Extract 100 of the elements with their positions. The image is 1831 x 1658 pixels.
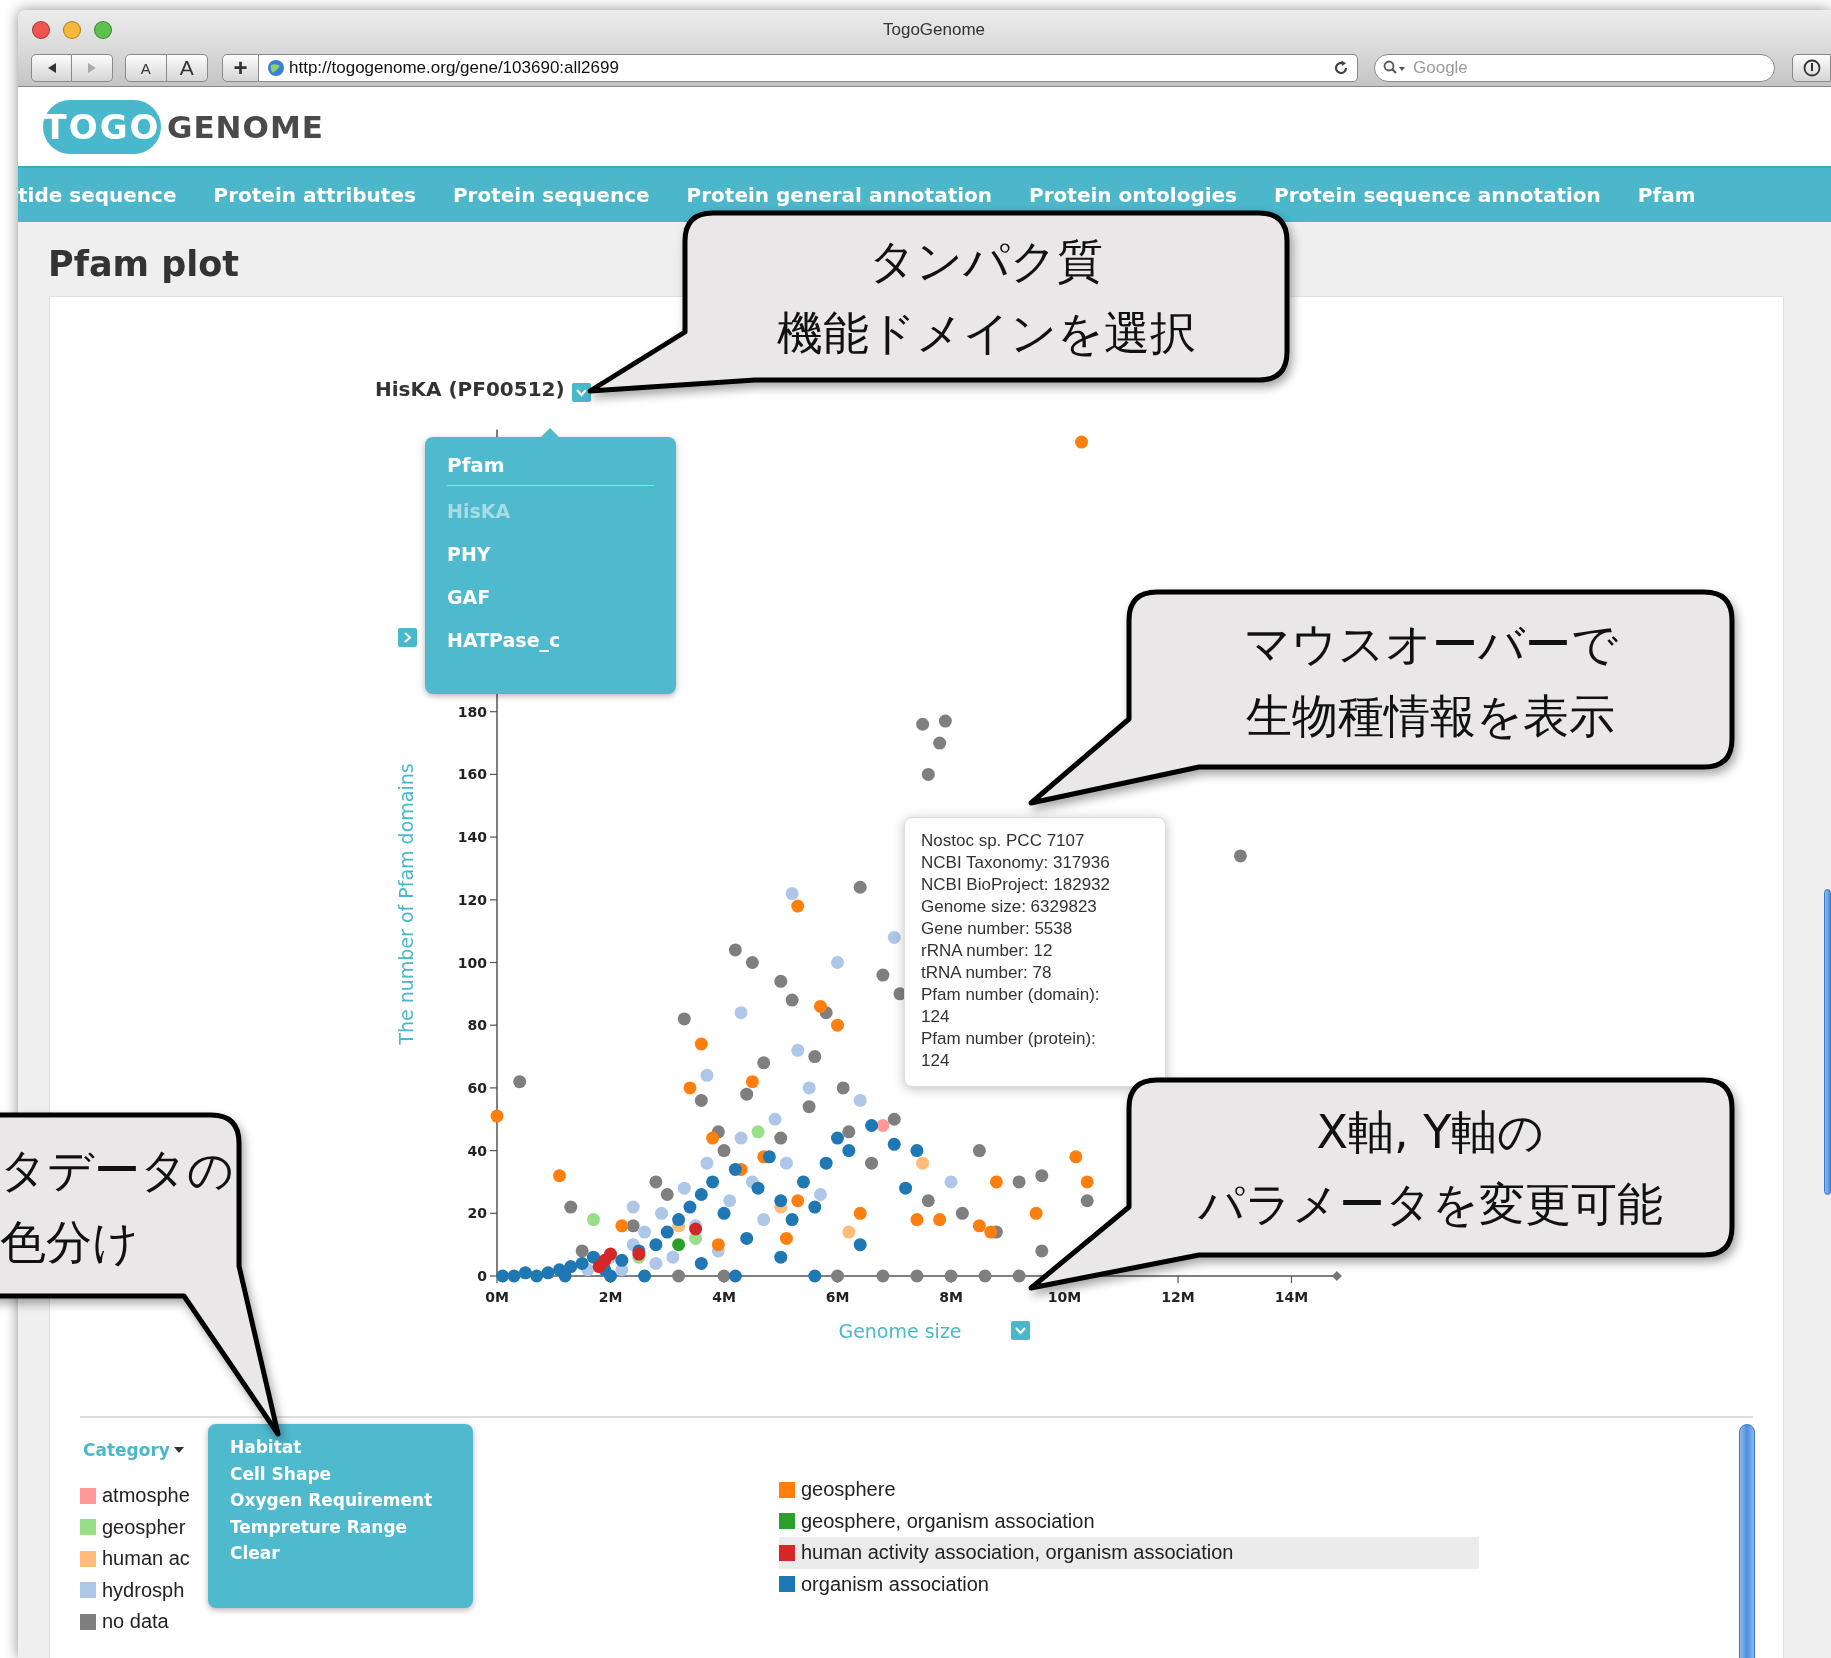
toolbar-button[interactable]: [1792, 54, 1831, 82]
callout-text: X軸, Y軸の パラメータを変更可能: [1198, 1103, 1663, 1233]
scatter-point: [649, 1256, 663, 1270]
scatter-point: [944, 1175, 958, 1189]
scatter-point: [785, 993, 799, 1007]
tooltip-line: Pfam number (protein): 124: [921, 1028, 1097, 1072]
menu-item[interactable]: Oxygen Requirement: [230, 1487, 451, 1514]
tick-label: 140: [457, 829, 487, 846]
callout-text: タンパク質 機能ドメインを選択: [776, 232, 1196, 362]
scatter-point: [530, 1269, 544, 1283]
scatter-point: [615, 1253, 629, 1267]
tooltip-line: Genome size: 6329823: [921, 896, 1098, 918]
scatter-point: [490, 1109, 504, 1123]
menu-item[interactable]: Tempreture Range: [230, 1513, 451, 1540]
scatter-point: [717, 1269, 731, 1283]
scatter-point: [745, 956, 759, 969]
legend-row[interactable]: geosphere: [779, 1474, 1479, 1506]
add-button[interactable]: +: [222, 54, 259, 82]
scatter-point: [723, 1194, 737, 1208]
nav-link[interactable]: Pfam: [1637, 183, 1696, 207]
scatter-point: [728, 1269, 742, 1283]
scatter-point: [831, 1131, 844, 1145]
scatter-point: [575, 1244, 589, 1258]
search-field[interactable]: Google: [1374, 54, 1775, 82]
minimize-button[interactable]: [63, 21, 81, 39]
nav-link[interactable]: Protein ontologies: [1029, 183, 1238, 207]
tick-label: 6M: [825, 1289, 850, 1305]
scatter-point: [933, 1213, 947, 1227]
tooltip-line: rRNA number: 12: [921, 940, 1054, 962]
scatter-point: [785, 1213, 799, 1227]
scatter-point: [836, 1081, 850, 1095]
dropdown-button[interactable]: [572, 383, 591, 402]
scatter-point: [706, 1131, 720, 1145]
legend-label: human activity association, organism association: [801, 1541, 1234, 1565]
scatter-point: [638, 1269, 652, 1283]
legend-row[interactable]: organism association: [779, 1568, 1479, 1600]
tick-label: 0: [477, 1268, 487, 1284]
scatter-point: [808, 1050, 822, 1064]
scatter-point: [518, 1266, 532, 1280]
nav-link[interactable]: Protein sequence annotation: [1274, 183, 1601, 207]
axis-title: Genome size: [838, 1320, 962, 1342]
scatter-point: [728, 943, 742, 957]
legend-label: geosphere: [801, 1478, 896, 1502]
text-smaller-button[interactable]: A: [125, 54, 167, 82]
legend-label: geospher: [102, 1515, 186, 1539]
scatter-point: [984, 1225, 998, 1239]
scatter-point: [814, 1188, 827, 1201]
tick-label: 180: [457, 703, 487, 720]
menu-item[interactable]: Habitat: [230, 1434, 451, 1461]
scatter-point: [972, 1219, 986, 1233]
scrollbar[interactable]: [1739, 1424, 1755, 1658]
scatter-point: [972, 1144, 986, 1158]
scatter-point: [876, 1269, 890, 1283]
scatter-point: [796, 1175, 810, 1189]
scatter-point: [700, 1068, 714, 1082]
scatter-point: [552, 1169, 566, 1183]
legend-row[interactable]: human activity association, organism association: [779, 1537, 1479, 1569]
close-button[interactable]: [32, 21, 50, 39]
scatter-point: [694, 1256, 708, 1270]
scatter-point: [626, 1219, 640, 1233]
back-button[interactable]: [31, 54, 72, 82]
scatter-point: [672, 1269, 686, 1283]
scatter-point: [734, 1131, 748, 1145]
tooltip-line: NCBI Taxonomy: 317936: [921, 852, 1111, 874]
zoom-button[interactable]: [94, 21, 112, 39]
scatter-point: [666, 1250, 680, 1264]
tick-label: 60: [467, 1079, 487, 1096]
legend-row[interactable]: geosphere, organism association: [779, 1505, 1479, 1537]
text-larger-button[interactable]: A: [166, 54, 208, 82]
menu-item[interactable]: HATPase_c: [447, 619, 654, 662]
scatter-point: [887, 930, 901, 944]
scatter-point: [785, 887, 799, 901]
scatter-point: [734, 1006, 748, 1020]
search-icon: [1383, 60, 1407, 76]
address-field[interactable]: http://togogenome.org/gene/103690:all2699: [259, 54, 1358, 82]
scatter-point: [887, 1137, 901, 1151]
scatter-point: [791, 1194, 805, 1208]
scatter-point: [1080, 1194, 1094, 1208]
scatter-point: [728, 1162, 742, 1176]
menu-item[interactable]: HisKA: [447, 490, 654, 533]
menu-item[interactable]: GAF: [447, 576, 654, 619]
category-dropdown[interactable]: Category: [83, 1438, 184, 1462]
scrollbar[interactable]: [1824, 889, 1831, 1195]
scatter-point: [587, 1213, 600, 1227]
nav-link[interactable]: Protein general annotation: [686, 183, 993, 207]
nav-link[interactable]: Protein attributes: [213, 183, 416, 207]
nav-link[interactable]: Protein sequence: [452, 183, 650, 207]
scatter-point: [779, 1231, 793, 1245]
menu-item[interactable]: Cell Shape: [230, 1460, 451, 1487]
menu-item[interactable]: PHY: [447, 533, 654, 576]
scatter-point: [711, 1238, 725, 1252]
scatter-point: [541, 1266, 555, 1280]
scatter-point: [677, 1012, 691, 1026]
scatter-point: [853, 1093, 867, 1107]
tick-label: 40: [467, 1142, 487, 1159]
nav-link[interactable]: tide sequence: [18, 183, 177, 207]
menu-item[interactable]: Clear: [230, 1540, 451, 1567]
scatter-point: [496, 1269, 510, 1283]
scatter-point: [615, 1219, 629, 1233]
scatter-point: [762, 1150, 776, 1164]
